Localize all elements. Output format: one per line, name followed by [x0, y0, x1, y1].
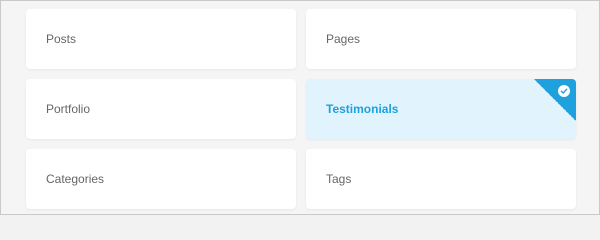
option-card-pages[interactable]: Pages [306, 9, 576, 69]
check-icon [558, 85, 570, 97]
post-type-selector: Posts Pages Portfolio Testimonials Categ… [0, 0, 600, 215]
option-card-posts[interactable]: Posts [26, 9, 296, 69]
selected-corner-badge [534, 79, 576, 121]
option-label-pages: Pages [326, 32, 361, 46]
option-label-tags: Tags [326, 172, 352, 186]
option-label-posts: Posts [46, 32, 77, 46]
option-label-categories: Categories [46, 172, 105, 186]
option-label-portfolio: Portfolio [46, 102, 91, 116]
option-card-categories[interactable]: Categories [26, 149, 296, 209]
option-card-testimonials[interactable]: Testimonials [306, 79, 576, 139]
option-label-testimonials: Testimonials [326, 102, 399, 116]
option-card-tags[interactable]: Tags [306, 149, 576, 209]
option-card-portfolio[interactable]: Portfolio [26, 79, 296, 139]
